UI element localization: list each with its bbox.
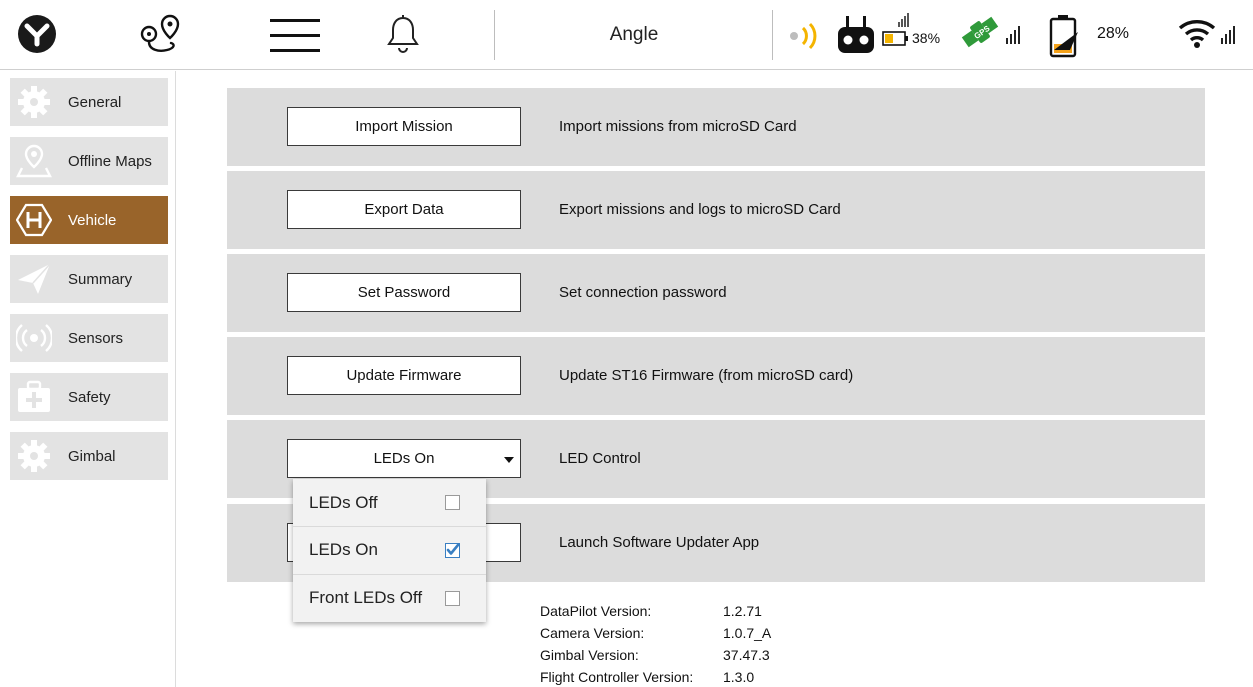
row-description: LED Control xyxy=(559,450,641,467)
checkbox-icon[interactable] xyxy=(445,591,460,606)
device-battery-icon xyxy=(1048,14,1080,58)
settings-row-import: Import Mission Import missions from micr… xyxy=(227,88,1205,166)
sidebar-item-sensors[interactable]: Sensors xyxy=(10,314,168,362)
sidebar-item-label: Vehicle xyxy=(68,211,117,229)
sidebar-item-summary[interactable]: Summary xyxy=(10,255,168,303)
sidebar-item-label: Safety xyxy=(68,388,111,406)
menu-icon[interactable] xyxy=(268,15,322,55)
led-option-on[interactable]: LEDs On xyxy=(293,526,486,573)
version-row: DataPilot Version: 1.2.71 xyxy=(540,600,840,622)
device-battery-percent: 28% xyxy=(1097,25,1130,42)
separator xyxy=(772,10,773,60)
sidebar-item-label: General xyxy=(68,93,122,111)
sidebar-item-general[interactable]: General xyxy=(10,78,168,126)
settings-row-export: Export Data Export missions and logs to … xyxy=(227,171,1205,249)
version-label: Flight Controller Version: xyxy=(540,669,694,685)
gps-satellite-icon: GPS xyxy=(960,12,1022,54)
checkbox-checked-icon[interactable] xyxy=(445,543,460,558)
first-aid-kit-icon xyxy=(10,373,58,421)
gear-icon xyxy=(10,432,58,480)
page-title: Angle xyxy=(609,24,659,45)
gear-icon xyxy=(10,78,58,126)
link-signal-icon xyxy=(785,22,821,50)
version-value: 1.2.71 xyxy=(723,603,762,619)
row-description: Import missions from microSD Card xyxy=(559,118,797,135)
led-control-select[interactable]: LEDs On xyxy=(287,439,521,478)
map-pin-icon xyxy=(10,137,58,185)
version-value: 1.3.0 xyxy=(723,669,755,685)
checkbox-icon[interactable] xyxy=(445,495,460,510)
caret-down-icon xyxy=(504,457,514,463)
version-value: 1.0.7_A xyxy=(723,625,772,641)
hexacopter-icon xyxy=(10,196,58,244)
sidebar-item-label: Sensors xyxy=(68,329,124,347)
sidebar-item-safety[interactable]: Safety xyxy=(10,373,168,421)
settings-row-password: Set Password Set connection password xyxy=(227,254,1205,332)
update-firmware-button[interactable]: Update Firmware xyxy=(287,356,521,395)
set-password-button[interactable]: Set Password xyxy=(287,273,521,312)
route-icon[interactable] xyxy=(137,12,185,58)
sidebar-item-gimbal[interactable]: Gimbal xyxy=(10,432,168,480)
paper-plane-icon xyxy=(10,255,58,303)
led-option-off[interactable]: LEDs Off xyxy=(293,479,486,526)
bell-icon[interactable] xyxy=(386,14,420,56)
version-row: Flight Controller Version: 1.3.0 xyxy=(540,666,840,687)
export-data-button[interactable]: Export Data xyxy=(287,190,521,229)
settings-row-firmware: Update Firmware Update ST16 Firmware (fr… xyxy=(227,337,1205,415)
row-description: Update ST16 Firmware (from microSD card) xyxy=(559,367,854,384)
led-option-front-off[interactable]: Front LEDs Off xyxy=(293,574,486,621)
remote-battery-percent: 38% xyxy=(912,30,941,46)
sidebar-item-label: Gimbal xyxy=(68,447,116,465)
version-info: DataPilot Version: 1.2.71 Camera Version… xyxy=(540,600,840,687)
sidebar-item-label: Offline Maps xyxy=(68,152,152,170)
top-bar: Angle 38% GPS 28% xyxy=(0,0,1253,70)
sidebar-item-label: Summary xyxy=(68,270,133,288)
version-row: Camera Version: 1.0.7_A xyxy=(540,622,840,644)
sidebar-item-vehicle[interactable]: Vehicle xyxy=(10,196,168,244)
sidebar: General Offline Maps Vehicle Summary Sen… xyxy=(0,71,176,687)
import-mission-button[interactable]: Import Mission xyxy=(287,107,521,146)
led-dropdown-menu: LEDs Off LEDs On Front LEDs Off xyxy=(293,479,486,622)
version-label: DataPilot Version: xyxy=(540,603,652,619)
version-label: Camera Version: xyxy=(540,625,645,641)
remote-battery-icon xyxy=(882,12,912,48)
broadcast-icon xyxy=(10,314,58,362)
version-value: 37.47.3 xyxy=(723,647,770,663)
app-logo-icon[interactable] xyxy=(17,14,57,54)
remote-controller-icon xyxy=(835,14,877,56)
row-description: Export missions and logs to microSD Card xyxy=(559,201,841,218)
row-description: Launch Software Updater App xyxy=(559,534,760,551)
separator xyxy=(494,10,495,60)
version-label: Gimbal Version: xyxy=(540,647,639,663)
led-select-value: LEDs On xyxy=(373,450,435,467)
sidebar-item-offline-maps[interactable]: Offline Maps xyxy=(10,137,168,185)
wifi-icon xyxy=(1178,18,1238,50)
version-row: Gimbal Version: 37.47.3 xyxy=(540,644,840,666)
row-description: Set connection password xyxy=(559,284,727,301)
